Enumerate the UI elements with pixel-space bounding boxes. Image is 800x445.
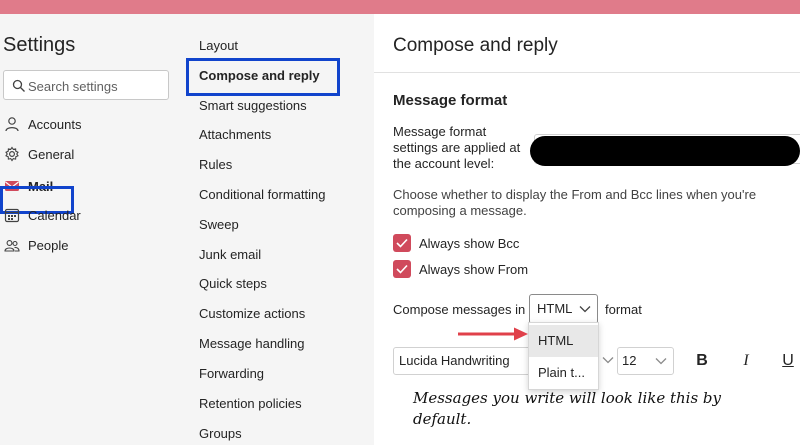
chevron-down-icon [579,306,591,313]
nav-general-label: General [28,146,75,162]
nav-accounts-label: Accounts [28,116,82,132]
compose-highlight-box [186,58,340,96]
compose-reply-pane: Compose and reply Message format Message… [374,14,800,445]
nav-rules[interactable]: Rules [199,156,232,174]
nav-accounts[interactable]: Accounts [0,112,184,136]
always-show-bcc-row[interactable]: Always show Bcc [393,234,519,252]
nav-smart-suggestions[interactable]: Smart suggestions [199,97,307,115]
nav-quick-steps[interactable]: Quick steps [199,275,267,293]
search-input[interactable] [28,76,164,96]
format-option-plain[interactable]: Plain t... [529,357,598,389]
bold-button[interactable]: B [692,351,712,371]
italic-button[interactable]: I [736,351,756,371]
nav-calendar-label: Calendar [28,207,81,223]
always-show-from-row[interactable]: Always show From [393,260,528,278]
font-size-value: 12 [622,353,637,368]
chevron-down-icon[interactable] [602,356,614,364]
nav-people-label: People [28,237,69,253]
nav-conditional-formatting[interactable]: Conditional formatting [199,186,325,204]
person-icon [5,117,19,132]
format-dropdown: HTML Plain t... [528,322,599,390]
nav-junk-email[interactable]: Junk email [199,246,261,264]
redaction-mark [530,136,800,166]
checkmark-icon [396,238,408,248]
always-show-bcc-label: Always show Bcc [419,235,520,251]
format-select[interactable]: HTML [529,294,598,324]
settings-nav: Settings Accounts General Mail [0,14,186,445]
nav-people[interactable]: People [0,233,184,257]
pane-divider [374,72,800,73]
message-format-heading: Message format [393,92,508,109]
format-suffix-label: format [605,302,642,317]
checkmark-icon [396,264,408,274]
calendar-icon [4,208,20,223]
always-show-bcc-checkbox[interactable] [393,234,411,252]
pane-title: Compose and reply [393,35,558,56]
nav-message-handling[interactable]: Message handling [199,335,305,353]
nav-sweep[interactable]: Sweep [199,216,239,234]
nav-general[interactable]: General [0,142,184,166]
nav-layout[interactable]: Layout [199,37,238,55]
people-icon [4,240,20,252]
search-icon [12,79,25,92]
font-name-select[interactable]: Lucida Handwriting [393,347,534,375]
search-box[interactable] [3,70,169,100]
nav-calendar[interactable]: Calendar [0,203,184,227]
nav-customize-actions[interactable]: Customize actions [199,305,305,323]
mail-settings-nav: Layout Compose and reply Smart suggestio… [186,14,374,445]
nav-attachments[interactable]: Attachments [199,126,271,144]
settings-title: Settings [3,34,76,56]
arrow-annotation-icon [458,327,528,341]
font-size-select[interactable]: 12 [617,347,674,375]
gear-icon [5,146,19,162]
format-description: Message format settings are applied at t… [393,124,521,171]
font-name-value: Lucida Handwriting [399,353,510,368]
always-show-from-label: Always show From [419,261,529,277]
underline-button[interactable]: U [778,351,798,371]
top-bar [0,0,800,14]
preview-text: Messages you write will look like this b… [413,389,722,428]
nav-retention-policies[interactable]: Retention policies [199,395,302,413]
nav-groups[interactable]: Groups [199,425,242,443]
always-show-from-checkbox[interactable] [393,260,411,278]
nav-forwarding[interactable]: Forwarding [199,365,264,383]
chevron-down-icon [655,358,667,365]
compose-messages-label: Compose messages in [393,302,526,317]
format-select-value: HTML [537,301,573,316]
choose-description: Choose whether to display the From and B… [393,187,757,218]
format-option-html[interactable]: HTML [529,325,598,357]
